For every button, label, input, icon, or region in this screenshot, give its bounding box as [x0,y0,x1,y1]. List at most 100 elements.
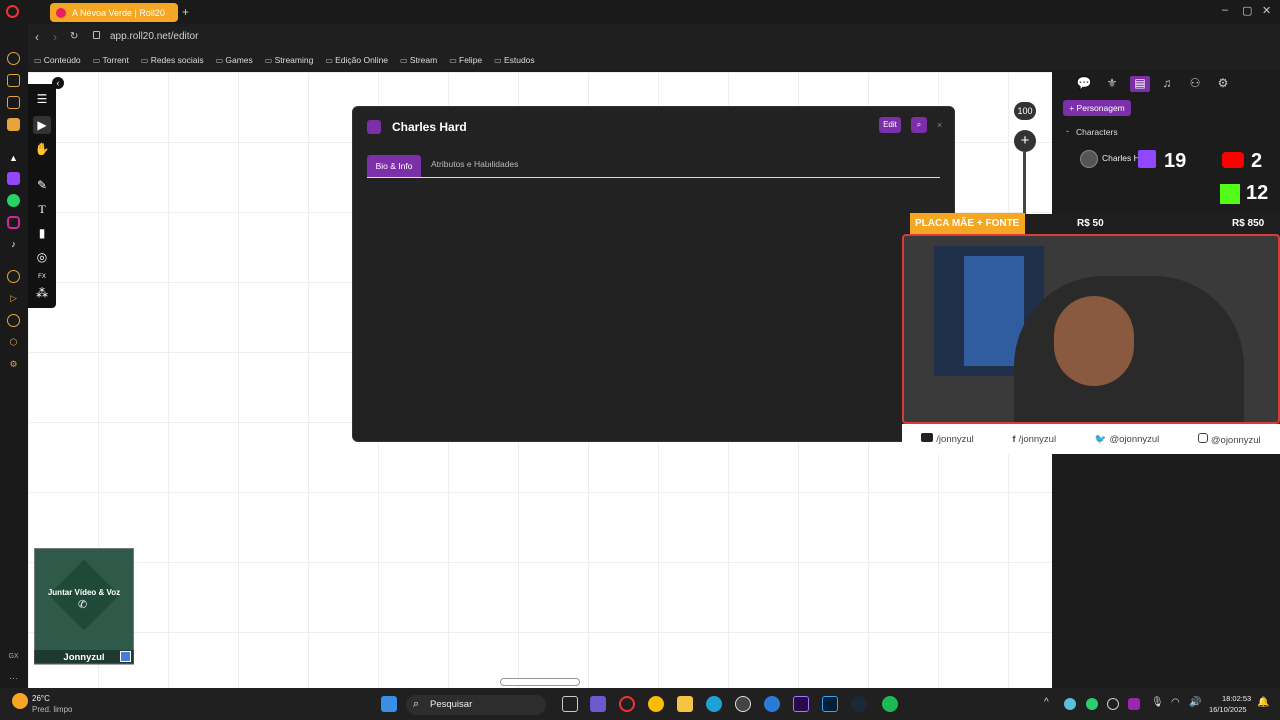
characters-folder-label[interactable]: Characters [1076,127,1118,137]
goal-current: R$ 50 [1077,218,1104,229]
collapse-toolbar-icon[interactable]: ‹ [52,77,64,89]
chat-tab-icon[interactable]: 💬 [1074,76,1094,92]
draw-tool-icon[interactable]: ✎ [33,176,51,194]
tray-app-icon[interactable] [1064,698,1076,710]
phone-icon[interactable]: ✆ [78,598,87,611]
news-icon[interactable] [7,96,20,109]
clock-date[interactable]: 16/10/2025 [1209,705,1247,714]
photoshop-icon[interactable] [822,696,838,712]
close-button[interactable]: × [937,120,942,130]
edge-icon[interactable] [706,696,722,712]
microphone-icon[interactable]: 🎙 [1151,697,1164,708]
notification-icon[interactable]: 🔔 [1257,697,1269,708]
settings-tab-icon[interactable]: ⚙ [1213,76,1233,92]
jukebox-tab-icon[interactable]: ♫ [1157,76,1177,92]
popout-icon[interactable] [367,120,381,134]
instagram-icon[interactable] [7,216,20,229]
opera-logo-icon[interactable] [6,5,19,18]
tray-app-icon[interactable] [1128,698,1140,710]
aria-icon[interactable] [7,52,20,65]
player-color-swatch[interactable] [120,651,131,662]
canvas-scrollbar[interactable] [500,678,580,686]
volume-icon[interactable]: 🔊 [1189,697,1201,708]
weather-icon[interactable] [12,693,28,709]
bookmark-item[interactable]: Estudos [494,55,535,65]
zoom-in-button[interactable]: + [1014,130,1036,152]
messenger-icon[interactable] [7,118,20,131]
tray-overflow-icon[interactable]: ^ [1044,697,1049,708]
twitch-icon[interactable] [7,172,20,185]
clock-time[interactable]: 18:02:53 [1222,694,1251,703]
bookmark-item[interactable]: Streaming [265,55,314,65]
pan-tool-icon[interactable]: ✋ [33,140,51,158]
wifi-icon[interactable]: ◠ [1171,697,1180,708]
journal-tab-icon[interactable]: ▤ [1130,76,1150,92]
spotify-icon[interactable] [882,696,898,712]
bookmark-item[interactable]: Redes sociais [141,55,204,65]
ruler-tool-icon[interactable]: ▮ [33,224,51,242]
bookmark-item[interactable]: Edição Online [325,55,388,65]
bookmark-item[interactable]: Torrent [93,55,128,65]
window-maximize-button[interactable]: ▢ [1242,4,1252,17]
copilot-icon[interactable] [590,696,606,712]
bookmark-item[interactable]: Games [216,55,252,65]
text-tool-icon[interactable]: T [33,200,51,218]
bookmark-item[interactable]: Felipe [449,55,482,65]
settings-icon[interactable]: ⚙ [7,358,20,371]
goal-target: R$ 850 [1232,218,1265,229]
windows-start-icon[interactable] [381,696,397,712]
app-icon[interactable] [764,696,780,712]
browser-tab-active[interactable]: A Névoa Verde | Roll20 [50,3,178,22]
new-tab-button[interactable]: + [182,5,189,19]
fog-tool-icon[interactable]: ◎ [33,248,51,266]
bookmark-item[interactable]: Stream [400,55,437,65]
compendium-tab-icon[interactable]: ⚜ [1102,76,1122,92]
magic-wand-icon[interactable]: ⁂ [33,284,51,302]
task-view-icon[interactable] [562,696,578,712]
search-icon[interactable]: ⌕ [911,117,927,133]
bookmark-item[interactable]: Conteúdo [34,55,81,65]
select-tool-icon[interactable]: ▶ [33,116,51,134]
file-explorer-icon[interactable] [677,696,693,712]
tiktok-icon[interactable]: ▲ [7,152,20,165]
tab-bio-info[interactable]: Bio & Info [367,155,421,177]
bookmarks-bar: Conteúdo Torrent Redes sociais Games Str… [28,50,1280,70]
clock-icon[interactable] [7,314,20,327]
crypto-wallet-icon[interactable] [7,74,20,87]
premiere-icon[interactable] [793,696,809,712]
whatsapp-icon[interactable] [7,194,20,207]
add-character-button[interactable]: + Personagem [1063,100,1131,116]
instagram-handle: @ojonnyzul [1210,434,1261,446]
forward-icon[interactable]: › [53,30,57,44]
opera-gx-icon[interactable] [619,696,635,712]
window-minimize-button[interactable]: – [1222,4,1228,16]
roll20-toolbar: ☰ ▶ ✋ ✎ T ▮ ◎ FX ⁂ [28,84,56,308]
player-icon[interactable]: ▷ [7,292,20,305]
history-icon[interactable] [7,270,20,283]
tiktok-app-icon[interactable]: ♪ [7,238,20,251]
chrome-icon[interactable] [648,696,664,712]
menu-icon[interactable]: ☰ [33,90,51,108]
steam-icon[interactable] [851,696,867,712]
reload-icon[interactable]: ↻ [70,31,78,42]
collapse-folder-icon[interactable]: - [1066,126,1069,136]
collections-tab-icon[interactable]: ⚇ [1185,76,1205,92]
extensions-icon[interactable]: ⬡ [7,336,20,349]
taskbar-search[interactable]: Pesquisar [406,695,546,715]
lock-icon [93,31,100,39]
tab-title: A Névoa Verde | Roll20 [72,7,165,18]
tab-attributes[interactable]: Atributos e Habilidades [431,159,518,169]
join-video-voice-label[interactable]: Juntar Vídeo & Voz [34,588,134,597]
edit-button[interactable]: Edit [879,117,901,133]
back-icon[interactable]: ‹ [35,30,39,44]
zoom-slider-track[interactable] [1023,152,1026,222]
tray-app-icon[interactable] [1086,698,1098,710]
youtube-social: /jonnyzul [921,433,974,445]
url-field[interactable]: app.roll20.net/editor [110,31,198,42]
character-avatar[interactable] [1080,150,1098,168]
more-icon[interactable]: … [7,670,20,683]
window-close-button[interactable]: ✕ [1262,4,1271,17]
gx-icon[interactable]: GX [7,650,20,663]
obs-icon[interactable] [735,696,751,712]
tray-app-icon[interactable] [1107,698,1119,710]
